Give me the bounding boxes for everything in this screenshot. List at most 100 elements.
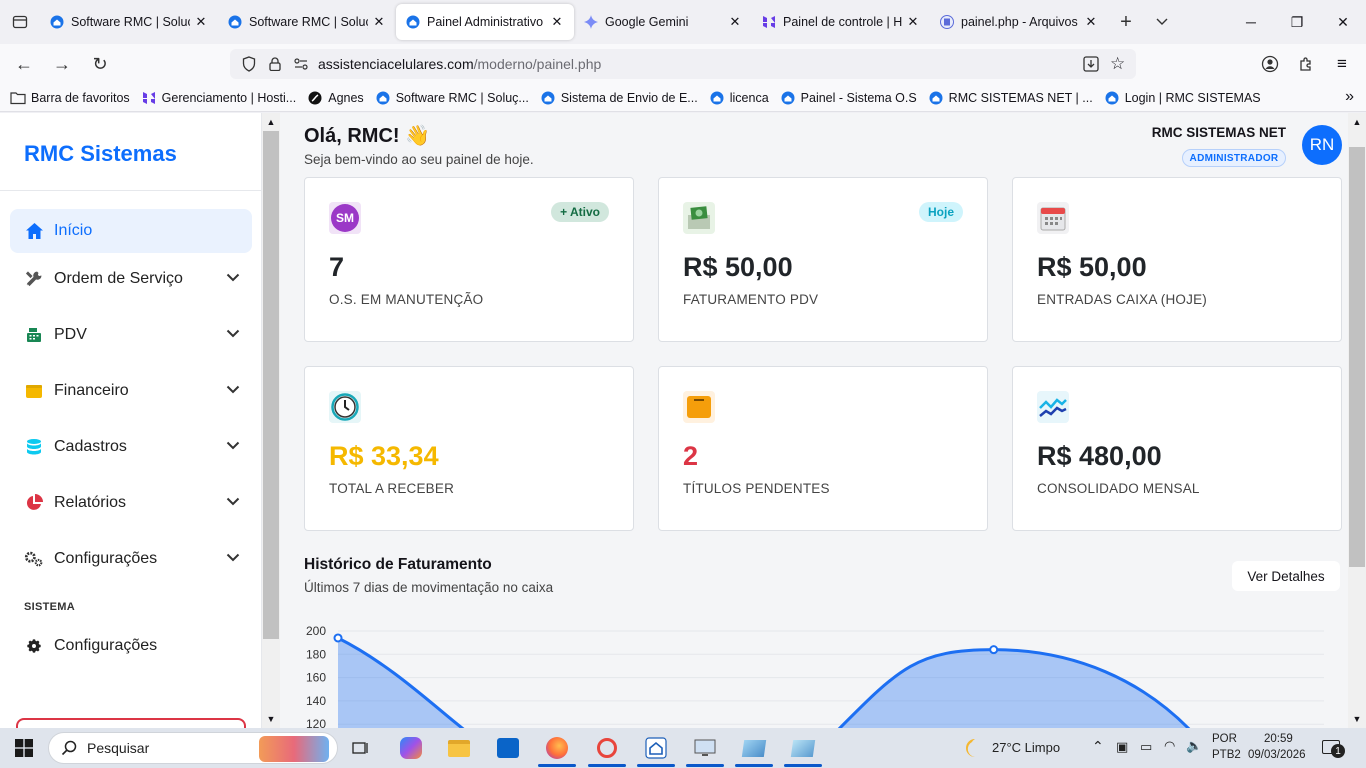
list-all-tabs-button[interactable] — [1144, 4, 1180, 40]
sidebar-item-0[interactable]: Início — [10, 209, 252, 253]
chevron-down-icon[interactable] — [226, 269, 240, 287]
close-tab-icon[interactable]: ✕ — [372, 14, 386, 30]
sidebar-item-2[interactable]: PDV — [10, 313, 252, 357]
task-view-button[interactable] — [338, 728, 384, 768]
close-tab-icon[interactable]: ✕ — [550, 14, 564, 30]
account-button[interactable] — [1252, 48, 1288, 80]
bookmark-star-icon[interactable]: ☆ — [1110, 54, 1125, 74]
bookmark-item[interactable]: Login | RMC SISTEMAS — [1104, 90, 1261, 106]
outlook-app[interactable] — [485, 728, 531, 768]
close-tab-icon[interactable]: ✕ — [194, 14, 208, 30]
snipping-icon — [597, 738, 617, 758]
clock-date[interactable]: 09/03/2026 — [1248, 749, 1306, 761]
volume-icon[interactable]: 🔈 — [1186, 738, 1202, 754]
tab-list-button[interactable] — [0, 0, 40, 44]
bookmark-item[interactable]: Gerenciamento | Hosti... — [141, 90, 296, 106]
tab-3[interactable]: Google Gemini ✕ — [574, 4, 752, 40]
brand-logo[interactable]: RMC Sistemas — [24, 141, 177, 167]
bookmark-item[interactable]: Painel - Sistema O.S — [780, 90, 917, 106]
app-monitor[interactable] — [682, 728, 728, 768]
sidebar-item-1[interactable]: Ordem de Serviço — [10, 257, 252, 301]
snipping-tool-app[interactable] — [584, 728, 630, 768]
brand-divider — [0, 190, 262, 191]
sidebar-item-3[interactable]: Financeiro — [10, 369, 252, 413]
close-tab-icon[interactable]: ✕ — [906, 14, 920, 30]
back-button[interactable]: ← — [6, 48, 42, 80]
maximize-button[interactable]: ❐ — [1274, 0, 1320, 44]
logout-button[interactable] — [16, 718, 246, 728]
notification-count: 1 — [1331, 744, 1345, 758]
user-role-badge: ADMINISTRADOR — [1182, 149, 1286, 167]
tab-2[interactable]: Painel Administrativo - ✕ — [396, 4, 574, 40]
scroll-down-icon[interactable]: ▼ — [1348, 710, 1366, 728]
close-window-button[interactable]: ✕ — [1320, 0, 1366, 44]
teams-tray-icon[interactable]: ▣ — [1116, 739, 1128, 755]
taskbar-search[interactable]: Pesquisar — [48, 732, 338, 764]
tab-0[interactable]: Software RMC | Soluçõ ✕ — [40, 4, 218, 40]
chart-data-point[interactable] — [989, 645, 999, 655]
scroll-up-icon[interactable]: ▲ — [1348, 113, 1366, 131]
new-tab-button[interactable]: + — [1108, 4, 1144, 40]
sidebar-item-4[interactable]: Cadastros — [10, 425, 252, 469]
chart-data-point[interactable] — [333, 633, 343, 643]
battery-icon[interactable]: ▭ — [1140, 739, 1152, 755]
app-house[interactable] — [633, 728, 679, 768]
page-scrollbar[interactable]: ▲ ▼ — [1348, 113, 1366, 728]
tab-4[interactable]: Painel de controle | Ho ✕ — [752, 4, 930, 40]
arrow-right-icon: → — [53, 53, 71, 74]
weather-moon-icon[interactable] — [960, 736, 984, 763]
bookmark-item[interactable]: Software RMC | Soluç... — [375, 90, 529, 106]
scroll-down-icon[interactable]: ▼ — [262, 710, 280, 728]
bookmark-item[interactable]: licenca — [709, 90, 769, 106]
bookmark-item[interactable]: Agnes — [307, 90, 364, 106]
history-title: Histórico de Faturamento — [304, 556, 492, 573]
bookmark-label: Agnes — [328, 90, 364, 105]
view-details-button[interactable]: Ver Detalhes — [1232, 561, 1340, 591]
extensions-button[interactable] — [1288, 48, 1324, 80]
language-bottom[interactable]: PTB2 — [1212, 749, 1241, 761]
weather-text[interactable]: 27°C Limpo — [992, 740, 1060, 755]
clock-time[interactable]: 20:59 — [1264, 733, 1293, 745]
avatar[interactable]: RN — [1302, 125, 1342, 165]
sidebar-scroll-thumb[interactable] — [263, 131, 279, 639]
chevron-down-icon[interactable] — [226, 549, 240, 567]
bookmark-item[interactable]: Barra de favoritos — [10, 90, 130, 106]
chevron-down-icon[interactable] — [226, 325, 240, 343]
sidebar-item-5[interactable]: Relatórios — [10, 481, 252, 525]
close-tab-icon[interactable]: ✕ — [1084, 14, 1098, 30]
forward-button[interactable]: → — [44, 48, 80, 80]
url-bar[interactable]: assistenciacelulares.com/moderno/painel.… — [230, 49, 1136, 79]
firefox-app[interactable] — [534, 728, 580, 768]
chevron-down-icon[interactable] — [226, 381, 240, 399]
language-top[interactable]: POR — [1212, 733, 1237, 745]
notification-button[interactable]: 1 — [1322, 738, 1345, 758]
start-button[interactable] — [0, 728, 48, 768]
page-scroll-thumb[interactable] — [1349, 147, 1365, 567]
save-page-icon[interactable] — [1082, 55, 1100, 76]
chevron-down-icon[interactable] — [226, 493, 240, 511]
sidebar-item-6[interactable]: Configurações — [10, 537, 252, 581]
app-menu-button[interactable]: ≡ — [1324, 48, 1360, 80]
chevron-up-icon[interactable]: ⌃ — [1092, 738, 1104, 755]
minimize-button[interactable]: ─ — [1228, 0, 1274, 44]
close-tab-icon[interactable]: ✕ — [728, 14, 742, 30]
url-path: /moderno/painel.php — [473, 56, 602, 72]
app-window-a[interactable] — [731, 728, 777, 768]
hostinger-icon — [141, 90, 157, 106]
bookmark-item[interactable]: RMC SISTEMAS NET | ... — [928, 90, 1093, 106]
wifi-icon[interactable]: ◠ — [1164, 738, 1175, 754]
reload-button[interactable]: ↻ — [82, 48, 118, 80]
bookmark-item[interactable]: Sistema de Envio de E... — [540, 90, 698, 106]
sidebar-scrollbar[interactable]: ▲ ▼ — [262, 113, 280, 728]
sidebar-item-system-settings[interactable]: Configurações — [10, 624, 252, 668]
stat-label: O.S. EM MANUTENÇÃO — [329, 292, 484, 307]
scroll-up-icon[interactable]: ▲ — [262, 113, 280, 131]
app-window-b[interactable] — [780, 728, 826, 768]
chevron-down-icon[interactable] — [226, 437, 240, 455]
wallet-icon — [24, 381, 44, 401]
file-explorer-app[interactable] — [436, 728, 482, 768]
tab-1[interactable]: Software RMC | Soluçõ ✕ — [218, 4, 396, 40]
chevron-double-right-icon[interactable]: » — [1345, 88, 1354, 106]
copilot-app[interactable] — [388, 728, 434, 768]
tab-5[interactable]: painel.php - Arquivos - ✕ — [930, 4, 1108, 40]
